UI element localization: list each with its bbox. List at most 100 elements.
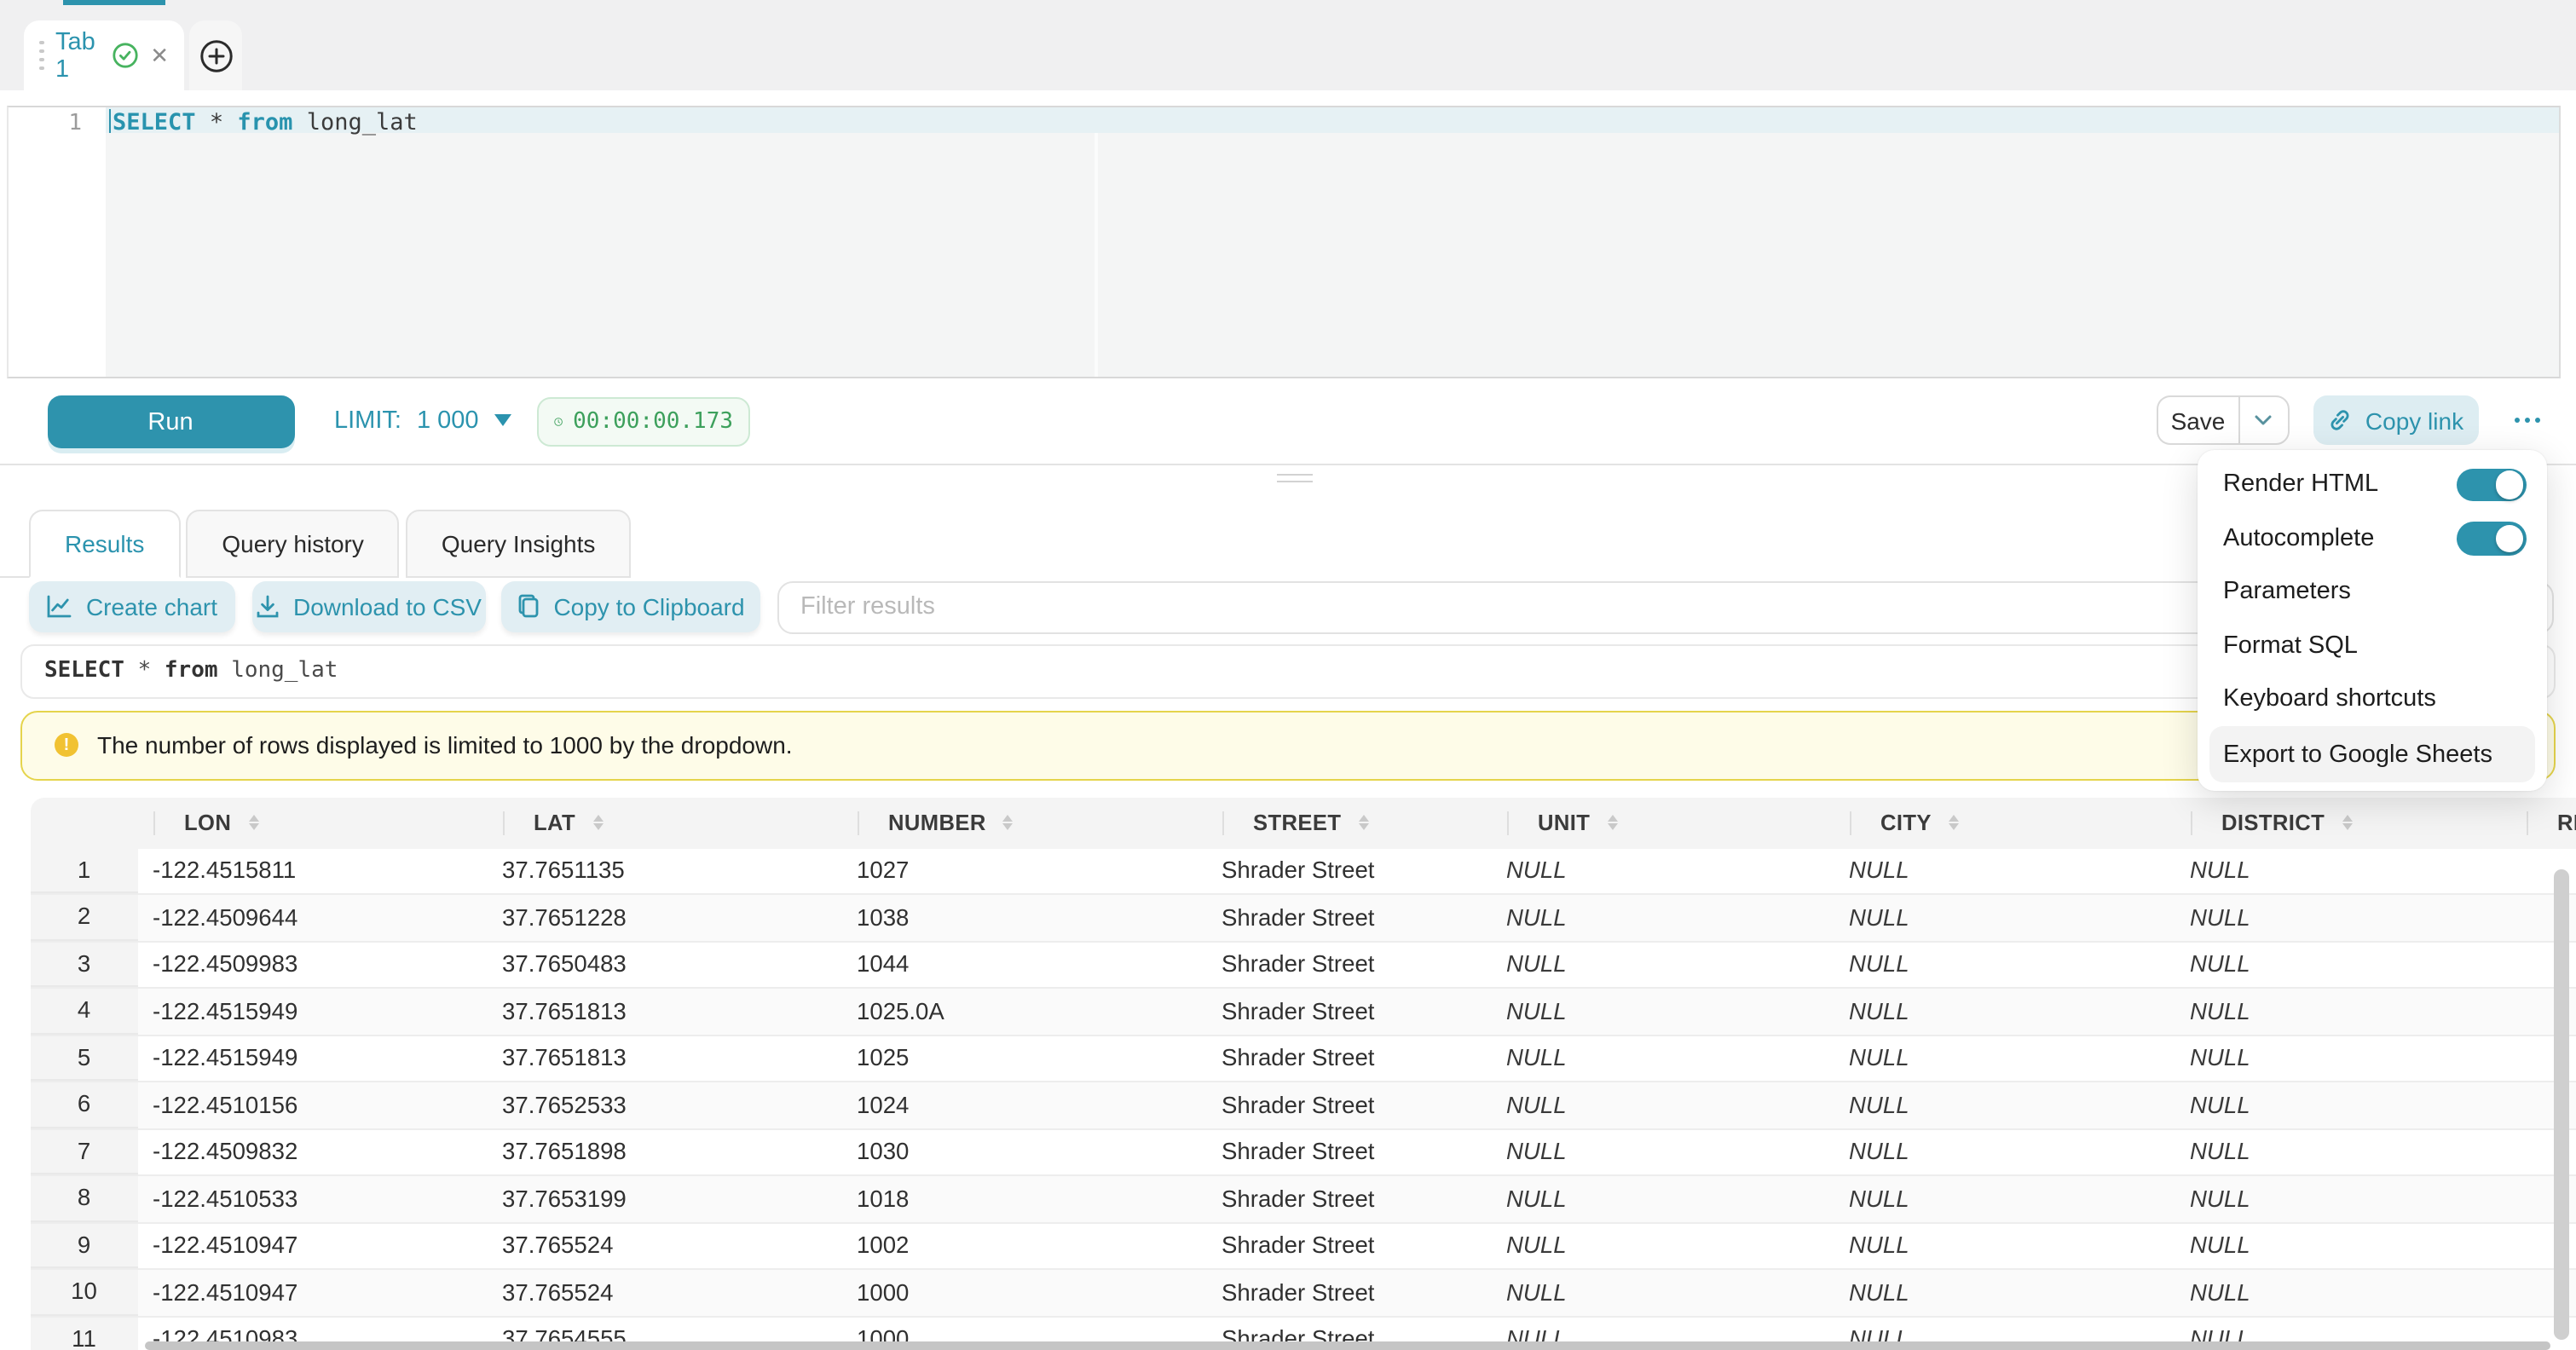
sort-icon[interactable] [1358,815,1368,831]
table-header-row: LON LAT NUMBER STREET UNIT CITY DISTRICT… [30,797,2576,848]
table-cell: Shrader Street [1207,1176,1492,1221]
row-limit-warning-banner: ! The number of rows displayed is limite… [20,711,2556,780]
create-chart-label: Create chart [86,592,217,620]
table-cell: Shrader Street [1207,989,1492,1034]
table-row[interactable]: 10-122.451094737.7655241000Shrader Stree… [30,1270,2576,1317]
column-header-street[interactable]: STREET [1207,797,1492,848]
column-header-city[interactable]: CITY [1834,797,2175,848]
sort-icon[interactable] [1607,815,1617,831]
table-cell: NULL [2175,942,2511,987]
table-cell: NULL [1834,1270,2175,1315]
run-toolbar: Run LIMIT: 1 000 00:00:00.173 Save Copy … [0,379,2576,464]
horizontal-scrollbar[interactable] [145,1341,2550,1350]
menu-item-render-html[interactable]: Render HTML [2198,458,2546,511]
table-cell: Shrader Street [1207,1223,1492,1268]
tab-drag-handle-icon[interactable] [39,41,43,71]
table-row[interactable]: 9-122.451094737.7655241002Shrader Street… [30,1223,2576,1270]
sql-client-window: Tab 1 ✕ 1 SELECT * from long_lat Run LIM… [0,0,2576,1350]
table-cell: 37.7650483 [488,942,842,987]
table-row[interactable]: 6-122.451015637.76525331024Shrader Stree… [30,1082,2576,1129]
row-number-header [30,797,138,848]
create-chart-button[interactable]: Create chart [29,580,235,632]
save-button[interactable]: Save [2157,395,2238,445]
table-cell: -122.4509983 [138,942,488,987]
table-cell: NULL [1834,895,2175,940]
new-tab-button[interactable] [189,20,242,90]
sql-table-name: long_lat [307,109,418,136]
menu-item-parameters[interactable]: Parameters [2198,565,2546,619]
table-row[interactable]: 8-122.451053337.76531991018Shrader Stree… [30,1176,2576,1223]
table-row[interactable]: 2-122.450964437.76512281038Shrader Stree… [30,895,2576,942]
save-options-button[interactable] [2238,395,2289,445]
table-cell: -122.4515949 [138,989,488,1034]
tab-label: Tab 1 [55,28,101,83]
copy-link-button[interactable]: Copy link [2313,395,2479,445]
column-header-lat[interactable]: LAT [488,797,842,848]
row-number: 10 [30,1270,138,1315]
query-duration-badge: 00:00:00.173 [537,396,750,446]
table-row[interactable]: 4-122.451594937.76518131025.0AShrader St… [30,989,2576,1036]
menu-item-export-google-sheets[interactable]: Export to Google Sheets [2209,726,2534,782]
vertical-scrollbar[interactable] [2553,869,2568,1340]
menu-item-autocomplete[interactable]: Autocomplete [2198,511,2546,565]
editor-tab-1[interactable]: Tab 1 ✕ [24,20,184,90]
row-number: 2 [30,895,138,940]
column-header-re[interactable]: RE [2511,797,2576,848]
timer-value: 00:00:00.173 [573,408,733,434]
table-row[interactable]: 1-122.451581137.76511351027Shrader Stree… [30,848,2576,895]
table-cell: NULL [1834,989,2175,1034]
table-row[interactable]: 3-122.450998337.76504831044Shrader Stree… [30,942,2576,989]
table-cell: NULL [1834,1223,2175,1268]
download-csv-label: Download to CSV [293,592,482,620]
copy-clipboard-label: Copy to Clipboard [553,592,744,620]
table-cell: NULL [2175,1036,2511,1081]
column-header-unit[interactable]: UNIT [1492,797,1834,848]
pane-resize-handle[interactable] [1277,473,1313,483]
sort-icon[interactable] [2342,815,2352,831]
table-cell: -122.4510947 [138,1270,488,1315]
table-cell: Shrader Street [1207,1129,1492,1174]
sql-keyword: from [165,659,218,684]
warning-icon: ! [55,734,78,758]
menu-item-keyboard-shortcuts[interactable]: Keyboard shortcuts [2198,672,2546,726]
table-cell: Shrader Street [1207,1082,1492,1128]
sql-editor[interactable]: 1 SELECT * from long_lat [7,105,2560,378]
tab-query-insights[interactable]: Query Insights [406,510,632,578]
render-html-toggle[interactable] [2456,468,2526,501]
autocomplete-toggle[interactable] [2456,522,2526,555]
limit-dropdown[interactable]: LIMIT: 1 000 [334,407,511,434]
row-number: 8 [30,1176,138,1221]
row-number: 3 [30,942,138,987]
sql-star: * [138,659,152,684]
table-cell: 1025.0A [842,989,1207,1034]
run-button[interactable]: Run [47,395,294,448]
sort-icon[interactable] [1949,815,1959,831]
column-header-lon[interactable]: LON [138,797,488,848]
table-row[interactable]: 5-122.451594937.76518131025Shrader Stree… [30,1036,2576,1082]
table-cell: NULL [2175,1270,2511,1315]
sql-keyword: from [237,109,292,136]
download-csv-button[interactable]: Download to CSV [251,580,486,632]
tab-query-history[interactable]: Query history [186,510,400,578]
column-header-number[interactable]: NUMBER [842,797,1207,848]
table-cell: 1002 [842,1223,1207,1268]
sort-icon[interactable] [592,815,603,831]
menu-item-format-sql[interactable]: Format SQL [2198,619,2546,672]
limit-value: 1 000 [417,407,479,434]
table-cell: NULL [1492,895,1834,940]
table-cell: NULL [1834,1082,2175,1128]
close-tab-icon[interactable]: ✕ [150,42,169,69]
more-options-button[interactable] [2506,403,2547,437]
tab-results[interactable]: Results [29,510,180,578]
sort-icon[interactable] [248,815,258,831]
chevron-down-icon [494,414,511,426]
column-header-district[interactable]: DISTRICT [2175,797,2511,848]
copy-clipboard-button[interactable]: Copy to Clipboard [501,580,760,632]
table-row[interactable]: 7-122.450983237.76518981030Shrader Stree… [30,1129,2576,1176]
sort-icon[interactable] [1003,815,1014,831]
sql-code-line[interactable]: SELECT * from long_lat [113,109,418,136]
table-cell: Shrader Street [1207,895,1492,940]
table-cell: NULL [2175,848,2511,893]
table-cell: NULL [1492,1129,1834,1174]
table-cell: NULL [1492,989,1834,1034]
